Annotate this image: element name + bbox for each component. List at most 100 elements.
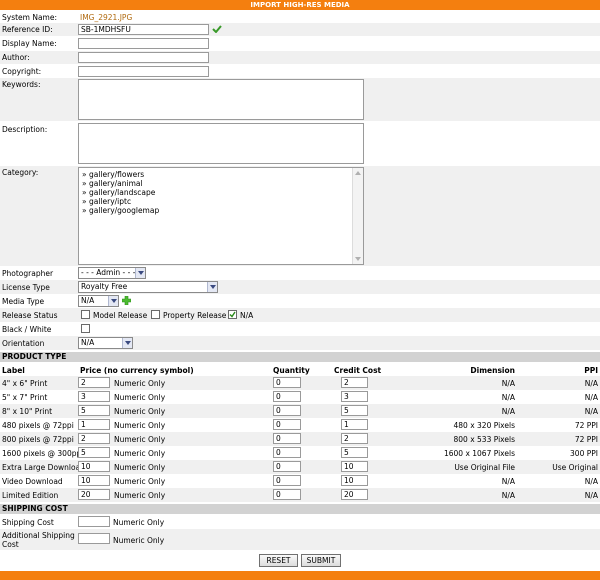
credit-cost-field[interactable]: 10 [341,475,368,486]
dimension-value: N/A [501,379,515,388]
model-release-checkbox[interactable] [81,310,90,319]
price-field[interactable]: 2 [78,433,110,444]
credit-cost-field[interactable]: 3 [341,391,368,402]
category-label: Category: [2,168,39,177]
submit-button[interactable]: SUBMIT [301,554,341,567]
additional-shipping-label-line2: Cost [2,540,19,549]
category-item[interactable]: » gallery/googlemap [82,206,159,215]
system-name-value: IMG_2921.JPG [80,13,133,22]
chevron-down-icon [135,268,145,278]
dimension-value: N/A [501,477,515,486]
display-name-field[interactable] [78,38,209,49]
checkmark-icon [229,311,236,318]
orientation-select[interactable]: N/A [78,337,133,349]
product-label: 4" x 6" Print [2,379,48,388]
page-title: IMPORT HIGH-RES MEDIA [250,1,350,9]
orientation-label: Orientation [2,339,45,348]
na-release-checkbox[interactable] [228,310,237,319]
price-numeric-hint: Numeric Only [114,491,166,500]
category-scrollbar[interactable] [352,168,363,264]
license-type-select-value: Royalty Free [81,282,128,291]
category-item[interactable]: » gallery/landscape [82,188,155,197]
price-numeric-hint: Numeric Only [114,421,166,430]
scroll-up-icon[interactable] [355,171,361,175]
credit-cost-field[interactable]: 1 [341,419,368,430]
shipping-cost-field[interactable] [78,516,110,527]
copyright-label: Copyright: [2,67,42,76]
property-release-checkbox[interactable] [151,310,160,319]
photographer-label: Photographer [2,269,54,278]
quantity-field[interactable]: 0 [273,405,301,416]
price-field[interactable]: 3 [78,391,110,402]
price-field[interactable]: 5 [78,447,110,458]
product-label: Video Download [2,477,63,486]
release-status-row: Release Status [0,308,600,322]
credit-cost-field[interactable]: 20 [341,489,368,500]
dimension-value: Use Original File [454,463,515,472]
keywords-textarea[interactable] [78,79,364,120]
check-icon [212,25,222,33]
ppi-value: 72 PPI [574,435,598,444]
quantity-field[interactable]: 0 [273,433,301,444]
credit-cost-field[interactable]: 5 [341,447,368,458]
product-label: 480 pixels @ 72ppi [2,421,74,430]
col-label-header: Label [2,366,25,375]
credit-cost-field[interactable]: 10 [341,461,368,472]
ppi-value: N/A [584,379,598,388]
quantity-field[interactable]: 0 [273,377,301,388]
na-release-label: N/A [240,311,254,320]
scroll-down-icon[interactable] [355,257,361,261]
price-numeric-hint: Numeric Only [114,435,166,444]
price-field[interactable]: 10 [78,475,110,486]
quantity-field[interactable]: 0 [273,489,301,500]
author-field[interactable] [78,52,209,63]
black-white-checkbox[interactable] [81,324,90,333]
media-type-select[interactable]: N/A [78,295,119,307]
description-textarea[interactable] [78,123,364,164]
photographer-select-value: - - - Admin - - - [81,268,136,277]
quantity-field[interactable]: 0 [273,461,301,472]
reference-id-label: Reference ID: [2,25,53,34]
dimension-value: 800 x 533 Pixels [453,435,515,444]
product-row: 5" x 7" Print 3 Numeric Only 0 3 N/A N/A [0,390,600,404]
price-field[interactable]: 10 [78,461,110,472]
price-field[interactable]: 20 [78,489,110,500]
reference-id-field[interactable]: SB-1MDHSFU [78,24,209,35]
quantity-field[interactable]: 0 [273,391,301,402]
category-item[interactable]: » gallery/flowers [82,170,144,179]
ppi-value: 300 PPI [570,449,598,458]
category-item[interactable]: » gallery/iptc [82,197,131,206]
author-label: Author: [2,53,30,62]
product-label: 8" x 10" Print [2,407,53,416]
price-field[interactable]: 1 [78,419,110,430]
display-name-label: Display Name: [2,39,57,48]
dimension-value: N/A [501,393,515,402]
product-label: 5" x 7" Print [2,393,48,402]
add-media-type-icon[interactable] [122,296,131,305]
photographer-select[interactable]: - - - Admin - - - [78,267,146,279]
ppi-value: N/A [584,491,598,500]
dimension-value: 480 x 320 Pixels [453,421,515,430]
quantity-field[interactable]: 0 [273,419,301,430]
category-listbox[interactable]: » gallery/flowers » gallery/animal » gal… [78,167,364,265]
copyright-field[interactable] [78,66,209,77]
price-numeric-hint: Numeric Only [114,393,166,402]
dimension-value: N/A [501,491,515,500]
product-table-header: Label Price (no currency symbol) Quantit… [0,364,600,376]
price-numeric-hint: Numeric Only [114,407,166,416]
additional-shipping-field[interactable] [78,533,110,544]
product-row: Video Download 10 Numeric Only 0 10 N/A N/A [0,474,600,488]
credit-cost-field[interactable]: 2 [341,433,368,444]
quantity-field[interactable]: 0 [273,447,301,458]
reset-button[interactable]: RESET [259,554,298,567]
ppi-value: 72 PPI [574,421,598,430]
license-type-select[interactable]: Royalty Free [78,281,218,293]
credit-cost-field[interactable]: 2 [341,377,368,388]
quantity-field[interactable]: 0 [273,475,301,486]
col-credit-header: Credit Cost [334,366,382,375]
shipping-numeric-hint: Numeric Only [113,518,165,527]
price-field[interactable]: 2 [78,377,110,388]
category-item[interactable]: » gallery/animal [82,179,143,188]
credit-cost-field[interactable]: 5 [341,405,368,416]
price-field[interactable]: 5 [78,405,110,416]
